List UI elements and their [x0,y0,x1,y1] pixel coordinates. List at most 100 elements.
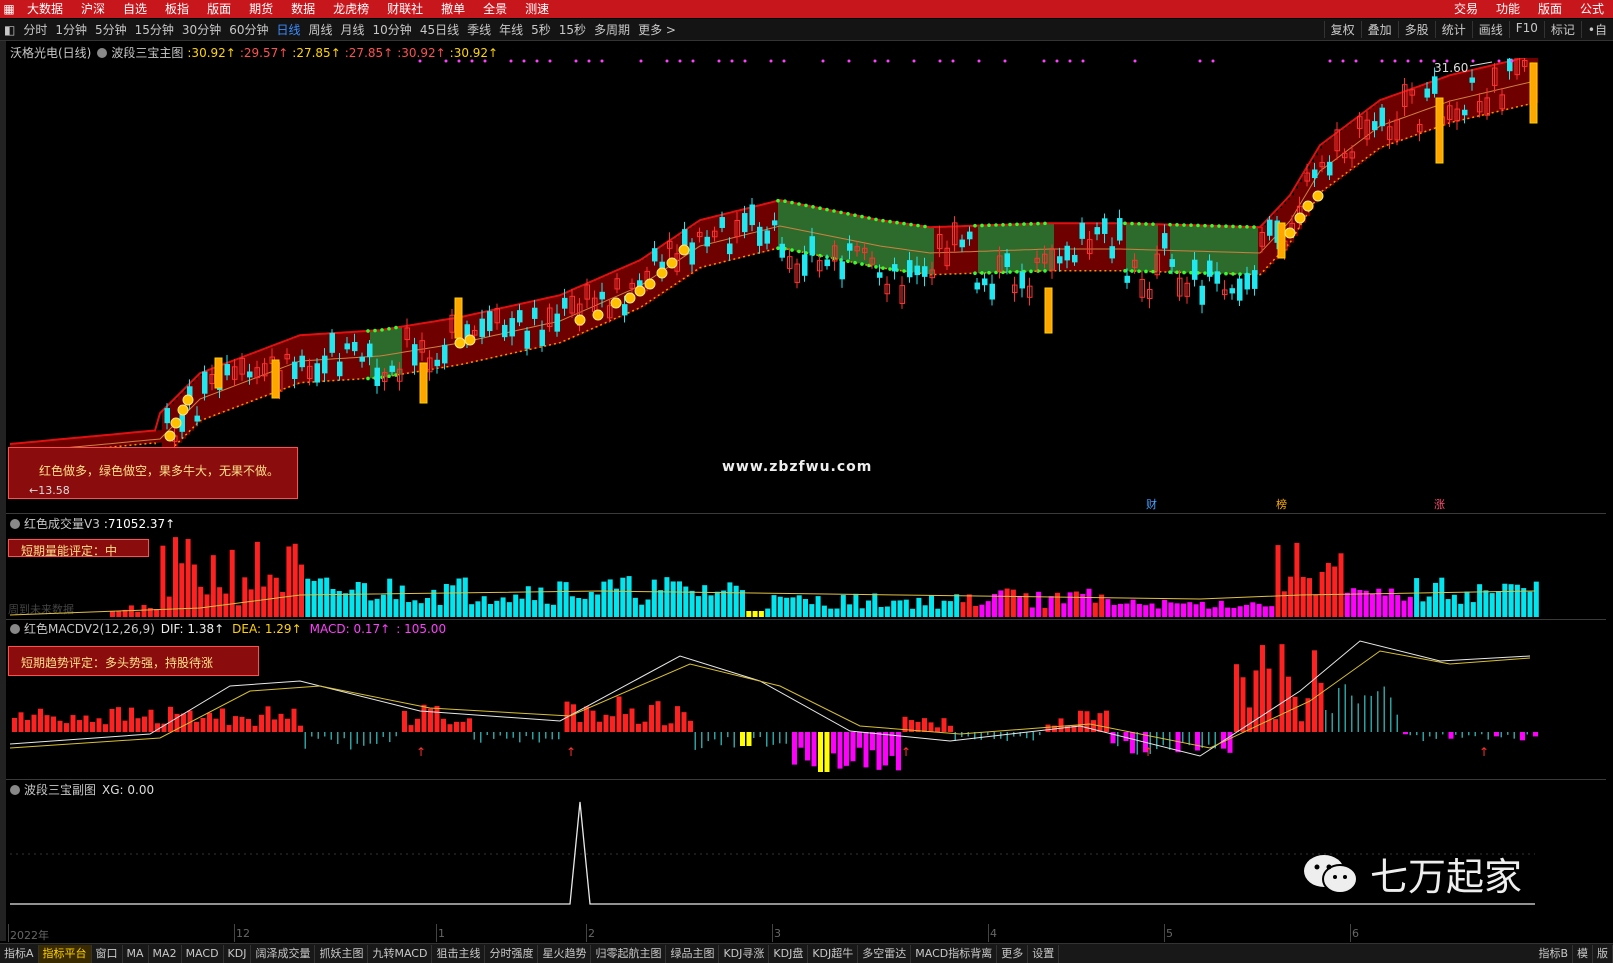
indicator-tab[interactable]: 星火趋势 [538,944,592,963]
top-menu-item[interactable]: 全景 [474,0,516,18]
green-dot [853,260,857,265]
macd-histogram-bar [103,724,108,732]
indicator-tab[interactable]: 抓妖主图 [315,944,369,963]
top-menu-item[interactable]: 撤单 [432,0,474,18]
period-tab[interactable]: 季线 [463,21,495,38]
volume-bar [884,606,890,617]
period-tab[interactable]: 多周期 [590,21,634,38]
candle-body [532,307,538,319]
indicator-tab[interactable]: 绿品主图 [666,944,720,963]
indicator-tab[interactable]: KDJ盘 [769,944,809,963]
green-dot [994,223,998,227]
period-tab[interactable]: 5秒 [527,21,555,38]
chart-tool-button[interactable]: 统计 [1434,21,1472,38]
indicator-tab[interactable]: 更多 [997,944,1029,963]
top-menu-item[interactable]: 交易 [1445,0,1487,18]
indicator-tab[interactable]: 模 [1573,944,1593,963]
macd-chart[interactable]: ↑ ↑ ↑ ↑ ↑ [0,636,1613,778]
volume-bar [494,600,500,617]
volume-settings-icon[interactable] [10,518,20,529]
indicator-tab[interactable]: 归零起航主图 [591,944,667,963]
chart-tool-button[interactable]: 画线 [1471,21,1509,38]
signal-dot [873,59,877,63]
top-menu-item[interactable]: 版面 [198,0,240,18]
macd-histogram-bar [200,717,206,732]
top-menu-item[interactable]: 财联社 [378,0,432,18]
top-menu-item[interactable]: 板指 [156,0,198,18]
chart-tool-button[interactable]: 复权 [1323,21,1361,38]
period-tab[interactable]: 周线 [305,21,337,38]
period-tab[interactable]: 10分钟 [369,21,416,38]
top-menu-item[interactable]: 版面 [1529,0,1571,18]
signal-dot [470,59,474,63]
volume-bar [1514,584,1520,617]
volume-bar [1269,606,1275,617]
period-tab[interactable]: 月线 [337,21,369,38]
macd-histogram-bar [818,732,823,772]
period-tab[interactable]: 1分钟 [51,21,91,38]
period-tab[interactable]: 45日线 [416,21,463,38]
period-tab[interactable]: 日线 [272,21,304,38]
indicator-tab[interactable]: KDJ [224,944,252,963]
top-menu-item[interactable]: 测速 [516,0,558,18]
top-menu-item[interactable]: 期货 [240,0,282,18]
indicator-tab[interactable]: 多空雷达 [858,944,912,963]
macd-settings-icon[interactable] [10,623,20,634]
indicator-tab[interactable]: KDJ超牛 [808,944,859,963]
green-dot [860,262,864,266]
macd-histogram-bar [688,720,693,732]
indicator-tab[interactable]: 指标平台 [38,944,92,963]
indicator-tab[interactable]: KDJ寻涨 [719,944,770,963]
period-tab[interactable]: 5分钟 [91,21,131,38]
volume-bar [1143,605,1149,617]
indicator-tab[interactable]: 设置 [1028,944,1060,963]
indicator-tab[interactable]: 指标A [0,944,39,963]
period-tab[interactable]: 30分钟 [178,21,225,38]
date-tick [1164,924,1165,942]
chart-tool-button[interactable]: 多股 [1397,21,1435,38]
period-tab[interactable]: 更多 > [634,21,680,38]
macd-histogram-bar [701,732,703,749]
volume-bar [859,608,865,617]
period-tab[interactable]: 15秒 [555,21,590,38]
indicator-tab[interactable]: 指标B [1534,944,1573,963]
window-toggle-icon[interactable]: ◧ [0,23,19,37]
top-menu-item[interactable]: 沪深 [72,0,114,18]
chart-tool-button[interactable]: •自 [1580,21,1613,38]
indicator-tab[interactable]: 九转MACD [368,944,433,963]
green-dot [811,205,815,209]
macd-histogram-bar [1279,644,1285,732]
period-tab[interactable]: 60分钟 [225,21,272,38]
indicator-tab[interactable]: MACD指标背离 [911,944,998,963]
price-chart[interactable]: 财榜涨 [0,58,1613,510]
top-menu-item[interactable]: 龙虎榜 [324,0,378,18]
period-tab[interactable]: 分时 [19,21,51,38]
indicator-tab[interactable]: 版 [1593,944,1613,963]
top-menu-item[interactable]: 公式 [1571,0,1613,18]
indicator-tab[interactable]: MA [123,944,149,963]
chart-tool-button[interactable]: F10 [1508,21,1544,38]
grid-menu-icon[interactable]: ▦ [0,0,18,18]
sub-settings-icon[interactable] [10,784,20,795]
top-menu-item[interactable]: 功能 [1487,0,1529,18]
indicator-tab[interactable]: MACD [182,944,224,963]
top-menu-item[interactable]: 自选 [114,0,156,18]
band-segment [982,225,987,273]
period-tab[interactable]: 15分钟 [131,21,178,38]
chart-tool-button[interactable]: 叠加 [1360,21,1398,38]
indicator-settings-icon[interactable] [97,47,108,58]
green-dot [1144,269,1148,274]
band-segment [1250,226,1255,275]
top-menu-item[interactable]: 数据 [282,0,324,18]
chart-tool-button[interactable]: 标记 [1543,21,1581,38]
indicator-tab[interactable]: 狙击主线 [432,944,486,963]
period-tab[interactable]: 年线 [495,21,527,38]
indicator-tab[interactable]: 阔泽成交量 [251,944,316,963]
indicator-tab[interactable]: 窗口 [92,944,123,963]
indicator-tab[interactable]: MA2 [149,944,182,963]
signal-dot [886,59,890,63]
volume-bar [878,606,884,617]
volume-chart[interactable] [0,533,1613,619]
indicator-tab[interactable]: 分时强度 [485,944,539,963]
top-menu-item[interactable]: 大数据 [18,0,72,18]
